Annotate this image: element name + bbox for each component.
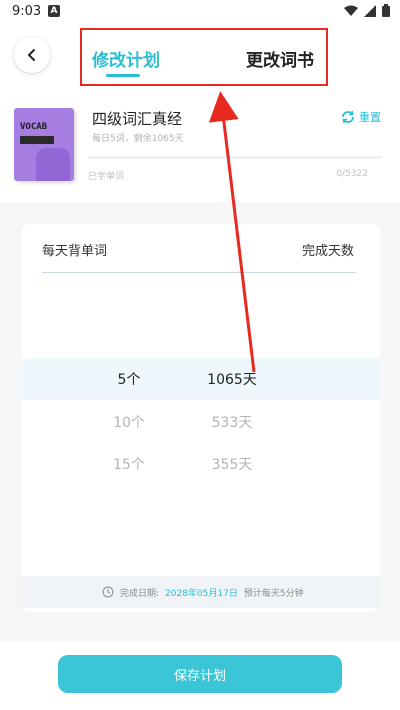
book-cover-hand-graphic (36, 148, 70, 181)
refresh-icon (342, 110, 354, 124)
finish-info: 完成日期: 2028年05月17日 预计每天5分钟 (22, 576, 380, 608)
reset-label: 重置 (359, 111, 381, 124)
back-button[interactable] (14, 37, 50, 73)
daily-time-estimate: 预计每天5分钟 (243, 588, 304, 599)
picker-count-option[interactable]: 10个 (89, 412, 169, 432)
tabs-highlight-box: 修改计划 更改词书 (80, 28, 328, 86)
tab-modify-plan[interactable]: 修改计划 (92, 46, 160, 71)
plan-picker-card: 每天背单词 完成天数 5个 1065天 10个 533天 15个 355天 完成… (22, 224, 380, 612)
tab-change-book[interactable]: 更改词书 (246, 46, 314, 71)
book-subtitle: 每日5词，剩余1065天 (92, 134, 184, 144)
chevron-left-icon (28, 49, 35, 61)
book-cover-tag (20, 136, 54, 144)
learned-progress-bar (88, 156, 382, 159)
book-cover: VOCAB (14, 108, 74, 181)
book-cover-text: VOCAB (20, 122, 48, 132)
status-icons (344, 4, 390, 17)
words-per-day-header: 每天背单词 (42, 244, 108, 259)
battery-icon (382, 4, 390, 17)
notification-icon: A (48, 5, 60, 17)
book-title: 四级词汇真经 (92, 110, 183, 128)
status-bar: 9:03 A (0, 0, 400, 24)
save-plan-button[interactable]: 保存计划 (58, 655, 342, 693)
picker-count-option[interactable]: 15个 (89, 454, 169, 474)
wifi-icon (344, 5, 358, 16)
signal-icon (364, 4, 376, 17)
days-to-finish-header: 完成天数 (301, 244, 354, 259)
reset-button[interactable]: 重置 (340, 109, 381, 125)
finish-date: 2028年05月17日 (165, 588, 238, 599)
picker-days-option[interactable]: 355天 (192, 454, 272, 474)
learned-label: 已学单词 (88, 172, 125, 182)
clock-icon (102, 586, 114, 598)
picker-count-option[interactable]: 5个 (89, 369, 169, 389)
status-time: 9:03 (12, 4, 42, 19)
header-divider (42, 272, 356, 273)
picker-days-option[interactable]: 533天 (192, 412, 272, 432)
active-tab-indicator (106, 74, 140, 77)
picker-days-option[interactable]: 1065天 (192, 369, 272, 389)
finish-date-label: 完成日期: (120, 588, 160, 599)
learned-count: 0/5322 (336, 169, 368, 179)
